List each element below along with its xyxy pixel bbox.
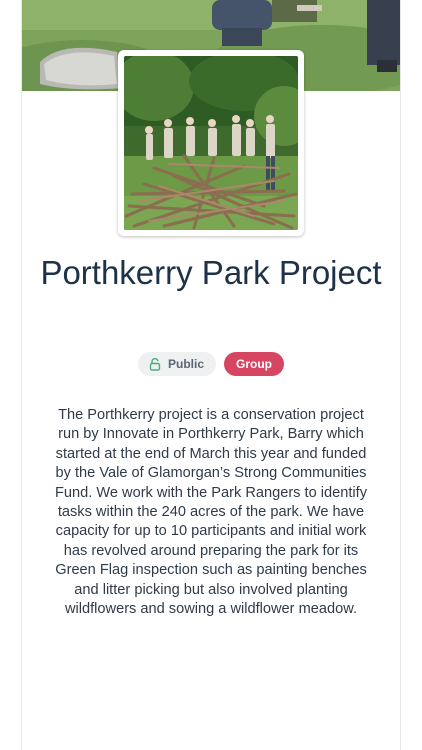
group-badge-label: Group <box>236 357 272 371</box>
project-avatar <box>118 50 304 236</box>
visibility-badge-label: Public <box>167 357 204 371</box>
badge-row: Public Group <box>22 352 400 376</box>
visibility-badge: Public <box>137 352 216 376</box>
project-title: Porthkerry Park Project <box>40 254 382 291</box>
project-description: The Porthkerry project is a conservation… <box>54 407 367 618</box>
unlock-icon <box>148 357 162 371</box>
project-photo <box>124 56 298 230</box>
project-photo-image <box>124 56 298 230</box>
group-badge: Group <box>224 352 284 376</box>
